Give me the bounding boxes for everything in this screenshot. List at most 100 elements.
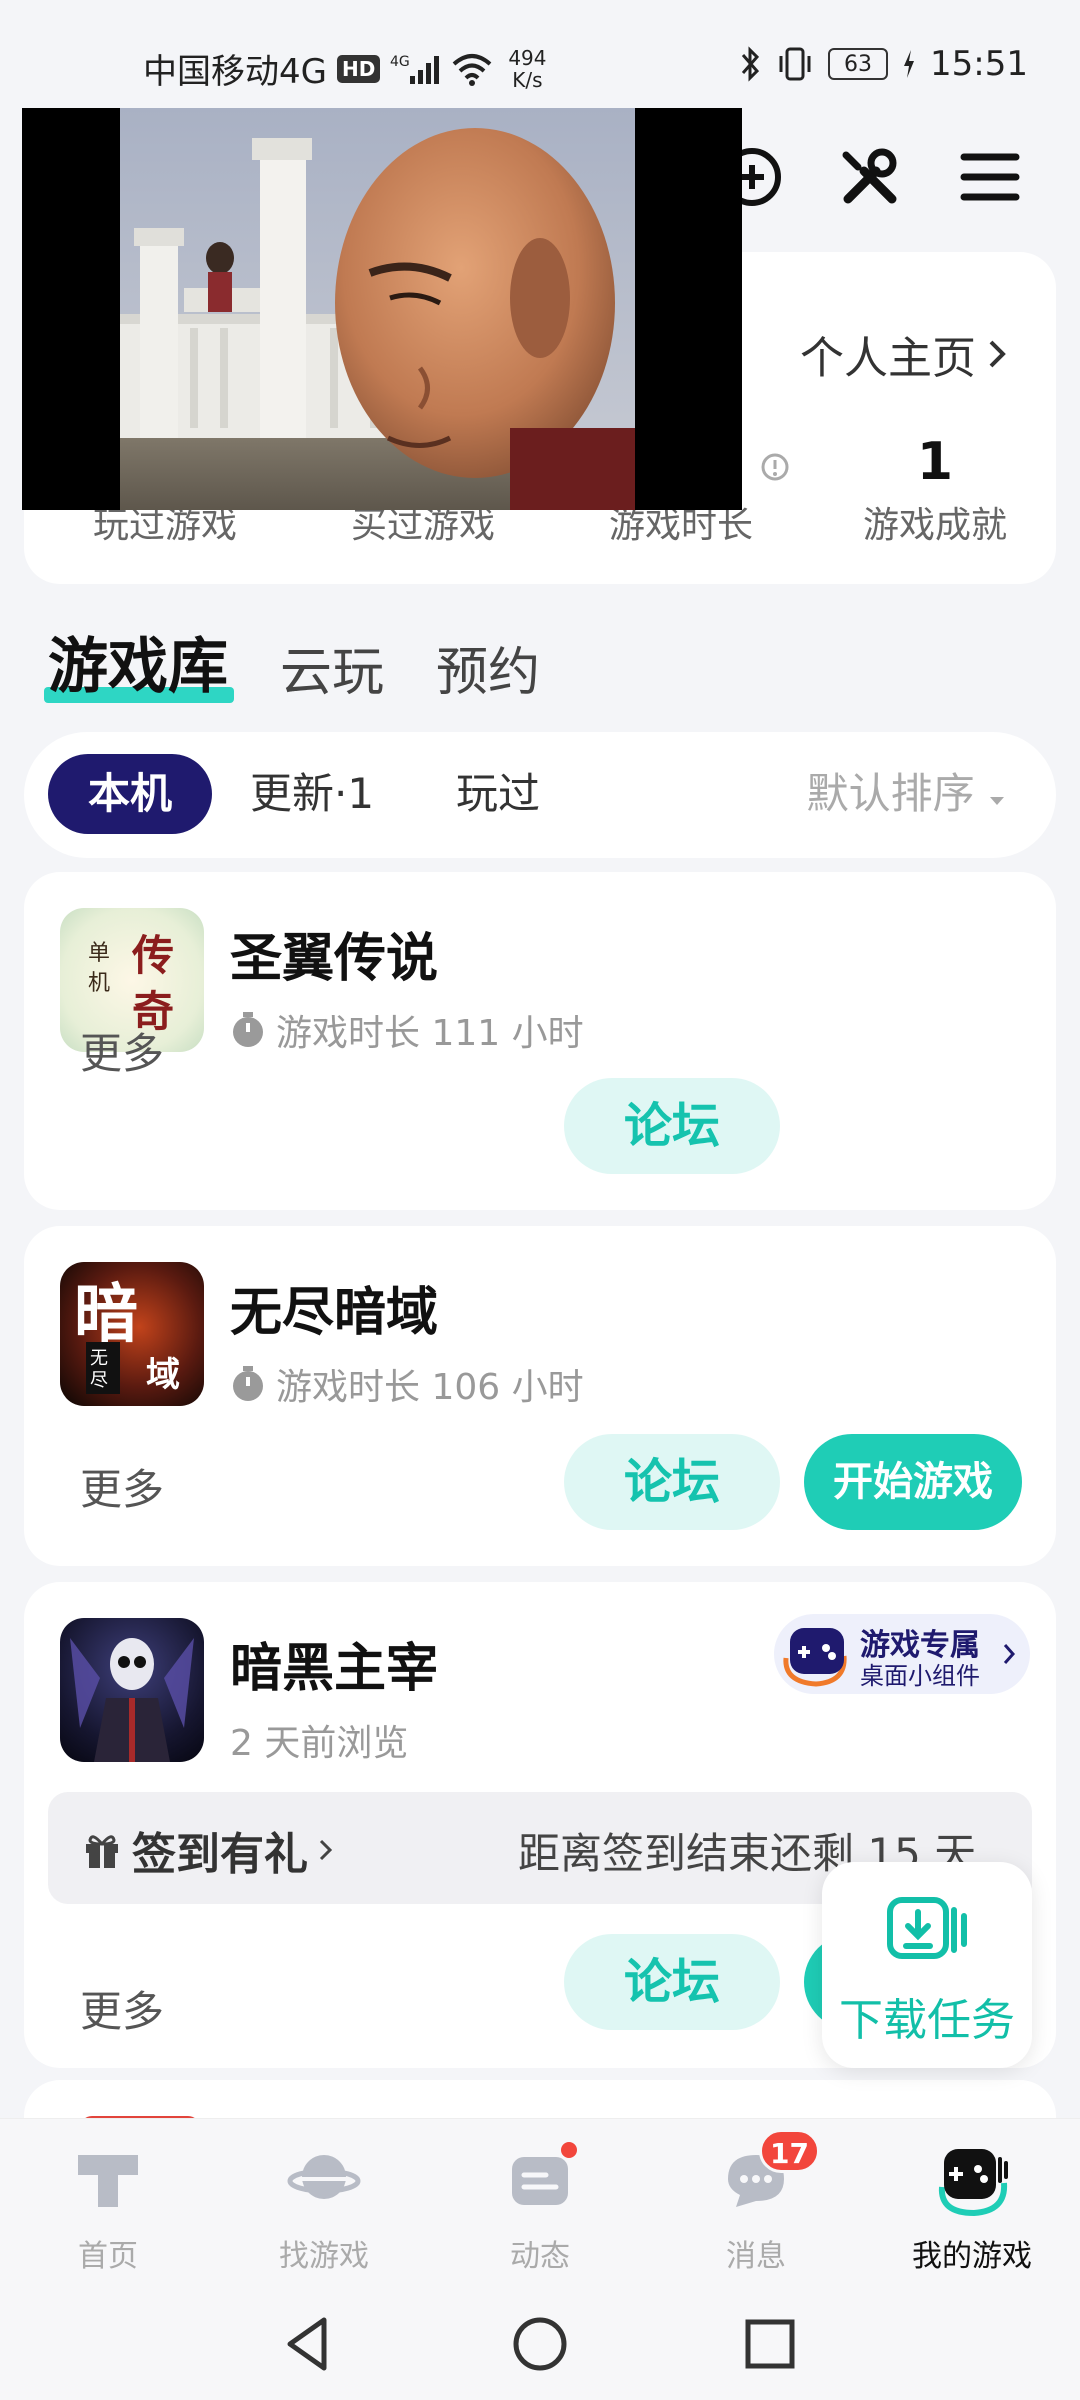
nav-my-games[interactable]: 我的游戏 bbox=[882, 2141, 1062, 2275]
info-icon[interactable] bbox=[760, 452, 790, 482]
sign-in-label: 签到有礼 bbox=[132, 1829, 308, 1880]
status-left: 中国移动4G HD 4G 494 K/s bbox=[143, 44, 547, 93]
profile-link-label: 个人主页 bbox=[800, 333, 976, 384]
game-playtime: 游戏时长 111 小时 bbox=[230, 1004, 584, 1056]
download-task-label: 下载任务 bbox=[839, 1995, 1015, 2046]
recents-icon[interactable] bbox=[738, 2312, 802, 2376]
nav-discover[interactable]: 找游戏 bbox=[234, 2141, 414, 2275]
game-card[interactable]: 暗 域 无 尽 无尽暗域 游戏时长 106 小时 更多 论坛 开始游戏 bbox=[24, 1226, 1056, 1566]
notification-dot bbox=[558, 2139, 580, 2161]
game-playtime: 游戏时长 106 小时 bbox=[230, 1358, 584, 1410]
filter-played[interactable]: 玩过 bbox=[456, 754, 540, 834]
start-game-button[interactable]: 开始游戏 bbox=[804, 1434, 1022, 1530]
tools-icon[interactable] bbox=[838, 145, 902, 209]
game-card[interactable]: 传 奇 单 机 圣翼传说 游戏时长 111 小时 更多 论坛 bbox=[24, 872, 1056, 1210]
nav-messages[interactable]: 17 消息 bbox=[666, 2129, 846, 2275]
filter-bar: 本机 更新·1 玩过 默认排序 bbox=[24, 732, 1056, 858]
nav-label: 首页 bbox=[78, 2239, 138, 2274]
status-right: 63 15:51 bbox=[740, 44, 1028, 84]
charging-icon bbox=[904, 50, 915, 78]
hd-icon: HD bbox=[336, 54, 381, 83]
back-icon[interactable] bbox=[276, 2312, 340, 2376]
game-last-viewed: 2 天前浏览 bbox=[230, 1714, 408, 1766]
icon2-char: 暗 bbox=[74, 1277, 138, 1352]
filter-updates[interactable]: 更新·1 bbox=[250, 754, 374, 834]
wifi-icon bbox=[453, 53, 492, 86]
download-task-button[interactable]: 下载任务 bbox=[822, 1862, 1032, 2068]
home-icon bbox=[70, 2141, 146, 2217]
desktop-widget-badge[interactable]: 游戏专属 桌面小组件 bbox=[774, 1614, 1030, 1694]
bluetooth-icon bbox=[741, 46, 760, 82]
stat-label: 游戏成就 bbox=[862, 505, 1007, 546]
vibrate-icon bbox=[779, 47, 811, 81]
forum-button[interactable]: 论坛 bbox=[564, 1434, 780, 1530]
menu-icon[interactable] bbox=[958, 145, 1022, 209]
nav-feed[interactable]: 动态 bbox=[450, 2139, 630, 2275]
more-button[interactable]: 更多 bbox=[80, 1978, 164, 2039]
message-count-badge: 17 bbox=[759, 2129, 820, 2173]
net-speed-value: 494 bbox=[508, 45, 547, 70]
caret-down-icon bbox=[990, 797, 1004, 805]
game-playtime-label: 游戏时长 106 小时 bbox=[276, 1367, 584, 1408]
nav-label: 我的游戏 bbox=[912, 2239, 1032, 2274]
net-speed-unit: K/s bbox=[512, 67, 543, 92]
game-title: 圣翼传说 bbox=[230, 929, 439, 989]
sort-label: 默认排序 bbox=[806, 769, 975, 818]
clock: 15:51 bbox=[930, 44, 1028, 84]
nav-label: 找游戏 bbox=[279, 2239, 369, 2274]
chevron-right-icon bbox=[989, 340, 1006, 368]
video-image bbox=[120, 108, 635, 510]
system-nav-bar bbox=[0, 2290, 1080, 2400]
download-icon bbox=[887, 1897, 967, 1959]
sign-in-link[interactable]: 签到有礼 bbox=[82, 1818, 334, 1882]
video-frame bbox=[120, 108, 635, 510]
game-icon-art bbox=[60, 1618, 204, 1762]
bottom-nav: 首页 找游戏 动态 17 消息 我的游戏 bbox=[0, 2118, 1080, 2290]
icon2-char: 尽 bbox=[90, 1370, 108, 1391]
home-circle-icon[interactable] bbox=[508, 2312, 572, 2376]
svg-text:4G: 4G bbox=[390, 54, 410, 70]
game-icon-art: 暗 域 无 尽 bbox=[60, 1262, 204, 1406]
game-icon[interactable]: 暗 域 无 尽 bbox=[60, 1262, 204, 1406]
net-speed: 494 K/s bbox=[508, 47, 546, 91]
nav-label: 动态 bbox=[510, 2239, 570, 2274]
icon1-char: 单 bbox=[88, 941, 110, 966]
nav-label: 消息 bbox=[726, 2239, 786, 2274]
planet-icon bbox=[286, 2141, 362, 2217]
chat-icon: 17 bbox=[718, 2129, 820, 2217]
more-button[interactable]: 更多 bbox=[80, 1020, 164, 1081]
widget-subtitle: 桌面小组件 bbox=[860, 1662, 980, 1690]
carrier-label: 中国移动4G bbox=[143, 52, 327, 92]
library-tabs: 游戏库 云玩 预约 bbox=[44, 618, 540, 705]
sort-dropdown[interactable]: 默认排序 bbox=[807, 754, 1006, 834]
game-playtime-label: 游戏时长 111 小时 bbox=[276, 1013, 584, 1054]
forum-button[interactable]: 论坛 bbox=[564, 1934, 780, 2030]
floating-video-player[interactable] bbox=[22, 108, 742, 510]
nav-home[interactable]: 首页 bbox=[18, 2141, 198, 2275]
tab-library[interactable]: 游戏库 bbox=[44, 618, 234, 705]
game-icon[interactable] bbox=[60, 1618, 204, 1762]
battery-icon: 63 bbox=[828, 48, 889, 80]
tab-cloud-play[interactable]: 云玩 bbox=[280, 630, 384, 705]
icon2-char: 无 bbox=[90, 1348, 108, 1369]
game-last-viewed-label: 2 天前浏览 bbox=[230, 1723, 409, 1764]
chevron-right-icon bbox=[319, 1839, 333, 1861]
game-title: 暗黑主宰 bbox=[230, 1639, 439, 1699]
forum-button[interactable]: 论坛 bbox=[564, 1078, 780, 1174]
stat-achievements[interactable]: 1 游戏成就 bbox=[810, 432, 1060, 548]
chevron-right-icon bbox=[1003, 1644, 1016, 1664]
my-games-icon bbox=[934, 2141, 1010, 2217]
icon1-char: 机 bbox=[88, 971, 110, 996]
filter-local[interactable]: 本机 bbox=[48, 754, 212, 834]
stopwatch-icon bbox=[233, 1012, 263, 1047]
stopwatch-icon bbox=[233, 1366, 263, 1401]
more-button[interactable]: 更多 bbox=[80, 1456, 164, 1517]
tab-reservations[interactable]: 预约 bbox=[436, 630, 540, 705]
gamepad-icon bbox=[783, 1628, 847, 1687]
game-title: 无尽暗域 bbox=[230, 1283, 439, 1343]
feed-icon bbox=[502, 2139, 580, 2217]
gift-icon bbox=[86, 1835, 118, 1868]
stat-value: 1 bbox=[916, 432, 954, 492]
icon2-char: 域 bbox=[146, 1355, 180, 1395]
profile-link[interactable]: 个人主页 bbox=[800, 322, 1008, 386]
